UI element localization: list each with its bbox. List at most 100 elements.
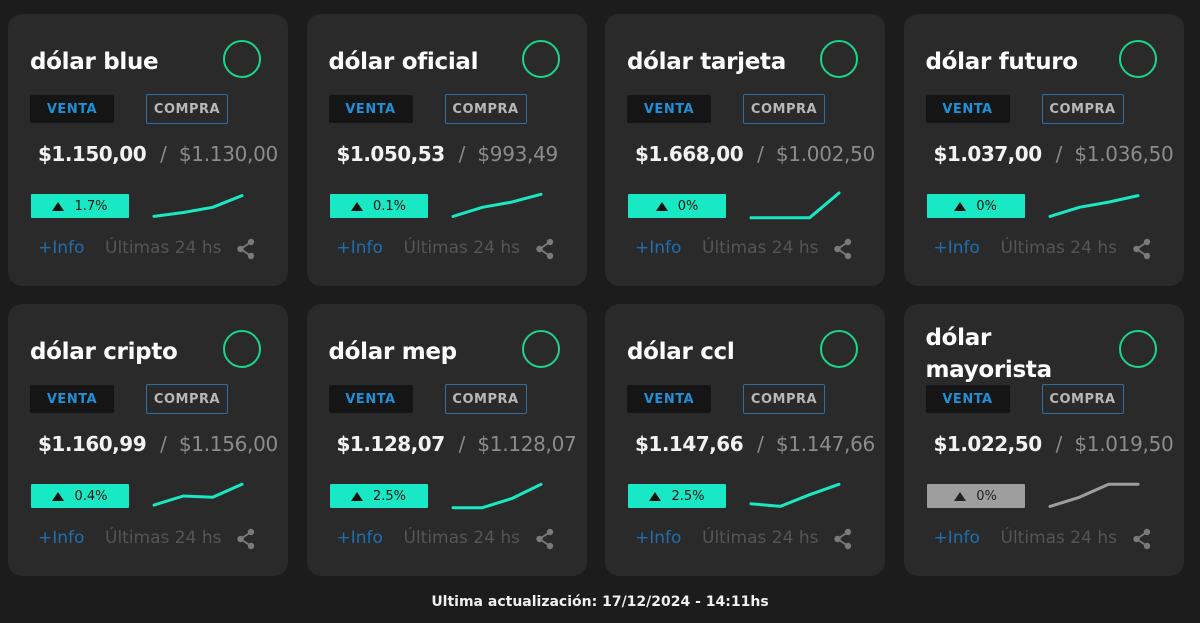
- period-label: Últimas 24 hs: [105, 528, 222, 548]
- compra-tab[interactable]: COMPRA: [444, 384, 527, 414]
- compra-price: $1.002,50: [775, 142, 875, 166]
- compra-tab[interactable]: COMPRA: [146, 384, 228, 414]
- price-row: $1.150,00 / $1.130,00: [38, 140, 278, 168]
- period-label: Últimas 24 hs: [403, 528, 520, 548]
- sparkline-trend-line: [451, 192, 542, 218]
- venta-price: $1.150,00: [38, 142, 147, 166]
- price-row: $1.022,50 / $1.019,50: [934, 430, 1174, 458]
- arrow-up-icon: [954, 491, 967, 501]
- change-badge: 0%: [628, 194, 726, 218]
- currency-card-mayorista: dólar mayorista VENTA COMPRA $1.022,50/$…: [903, 304, 1184, 576]
- sparkline-chart: [749, 191, 841, 220]
- compra-price: $1.130,00: [178, 142, 278, 166]
- share-icon[interactable]: [236, 528, 256, 550]
- venta-tab[interactable]: VENTA: [328, 385, 413, 413]
- share-icon[interactable]: [833, 528, 853, 550]
- arrow-up-icon: [649, 491, 662, 501]
- sparkline-trend-line: [749, 191, 841, 220]
- compra-tab[interactable]: COMPRA: [146, 94, 228, 124]
- price-row: $1.050,53 / $993,49: [336, 140, 559, 168]
- venta-tab[interactable]: VENTA: [925, 95, 1010, 123]
- compra-price: $1.156,00: [178, 432, 278, 456]
- period-label: Últimas 24 hs: [702, 238, 819, 258]
- change-value: 0%: [976, 198, 997, 214]
- sparkline-trend-line: [152, 482, 244, 507]
- status-circle-icon: [521, 40, 560, 78]
- venta-tab[interactable]: VENTA: [30, 95, 114, 123]
- card-title: dólar cripto: [30, 339, 178, 365]
- currency-card-mep: dólar mep VENTA COMPRA $1.128,07/$1.128,…: [306, 304, 587, 576]
- compra-tab[interactable]: COMPRA: [444, 94, 527, 124]
- venta-tab[interactable]: VENTA: [30, 385, 114, 413]
- share-icon[interactable]: [535, 528, 555, 550]
- venta-tab[interactable]: VENTA: [925, 385, 1010, 413]
- more-info-link[interactable]: +Info: [38, 238, 84, 258]
- change-badge: 0%: [926, 194, 1025, 218]
- period-label: Últimas 24 hs: [105, 238, 222, 258]
- change-value: 2.5%: [671, 488, 705, 504]
- sparkline-trend-line: [152, 194, 244, 218]
- more-info-link[interactable]: +Info: [38, 528, 84, 548]
- compra-price: $1.147,66: [775, 432, 875, 456]
- compra-tab[interactable]: COMPRA: [1041, 94, 1124, 124]
- venta-price: $1.668,00: [635, 142, 744, 166]
- status-circle-icon: [521, 330, 560, 368]
- status-circle-icon: [820, 40, 858, 78]
- card-title: dólar mep: [328, 339, 458, 365]
- more-info-link[interactable]: +Info: [337, 238, 383, 258]
- currency-card-tarjeta: dólar tarjeta VENTA COMPRA $1.668,00/$1.…: [605, 14, 885, 286]
- share-icon[interactable]: [1132, 238, 1152, 260]
- price-row: $1.128,07 / $1.128,07: [337, 430, 577, 458]
- compra-tab[interactable]: COMPRA: [1041, 384, 1124, 414]
- arrow-up-icon: [350, 201, 363, 211]
- sparkline-chart: [1048, 194, 1139, 218]
- venta-tab[interactable]: VENTA: [627, 95, 711, 123]
- arrow-up-icon: [52, 201, 65, 211]
- compra-tab[interactable]: COMPRA: [743, 94, 825, 124]
- arrow-up-icon: [350, 491, 363, 501]
- card-title: dólar futuro: [925, 49, 1079, 75]
- more-info-link[interactable]: +Info: [934, 528, 980, 548]
- sparkline-chart: [749, 482, 841, 508]
- card-title: dólar ccl: [627, 339, 735, 365]
- sparkline-trend-line: [749, 482, 841, 508]
- currency-card-cripto: dólar cripto VENTA COMPRA $1.160,99/$1.1…: [8, 304, 288, 576]
- more-info-link[interactable]: +Info: [337, 528, 383, 548]
- status-circle-icon: [820, 330, 858, 368]
- sparkline-chart: [451, 192, 542, 218]
- venta-tab[interactable]: VENTA: [328, 95, 413, 123]
- price-row: $1.147,66 / $1.147,66: [635, 430, 875, 458]
- currency-card-futuro: dólar futuro VENTA COMPRA $1.037,00/$1.0…: [903, 14, 1184, 286]
- price-separator: /: [1055, 142, 1063, 166]
- compra-tab[interactable]: COMPRA: [743, 384, 825, 414]
- period-label: Últimas 24 hs: [1000, 238, 1117, 258]
- compra-price: $993,49: [477, 142, 558, 166]
- price-row: $1.037,00 / $1.036,50: [934, 140, 1174, 168]
- more-info-link[interactable]: +Info: [635, 528, 681, 548]
- share-icon[interactable]: [236, 238, 256, 260]
- venta-price: $1.022,50: [933, 432, 1043, 456]
- change-value: 0.4%: [74, 488, 108, 504]
- period-label: Últimas 24 hs: [403, 238, 520, 258]
- currency-card-blue: dólar blue VENTA COMPRA $1.150,00 / $1.130…: [8, 14, 288, 286]
- share-icon[interactable]: [535, 238, 555, 260]
- sparkline-trend-line: [451, 482, 542, 510]
- change-badge: 0.1%: [329, 194, 428, 218]
- change-badge: 0%: [926, 484, 1025, 508]
- change-value: 0.1%: [372, 198, 407, 214]
- period-label: Últimas 24 hs: [1000, 528, 1117, 548]
- more-info-link[interactable]: +Info: [635, 238, 681, 258]
- compra-price: $1.019,50: [1074, 432, 1174, 456]
- status-circle-icon: [223, 40, 261, 78]
- price-separator: /: [1055, 432, 1063, 456]
- share-icon[interactable]: [1132, 528, 1152, 550]
- share-icon[interactable]: [833, 238, 853, 260]
- venta-tab[interactable]: VENTA: [627, 385, 711, 413]
- change-value: 0%: [677, 198, 699, 214]
- last-update-label: Ultima actualización: 17/12/2024 - 14:11…: [431, 594, 769, 610]
- status-circle-icon: [223, 330, 261, 368]
- change-value: 0%: [976, 488, 997, 504]
- more-info-link[interactable]: +Info: [934, 238, 980, 258]
- currency-grid: dólar blue VENTA COMPRA $1.150,00 / $1.130…: [8, 14, 1184, 576]
- venta-price: $1.050,53: [336, 142, 446, 166]
